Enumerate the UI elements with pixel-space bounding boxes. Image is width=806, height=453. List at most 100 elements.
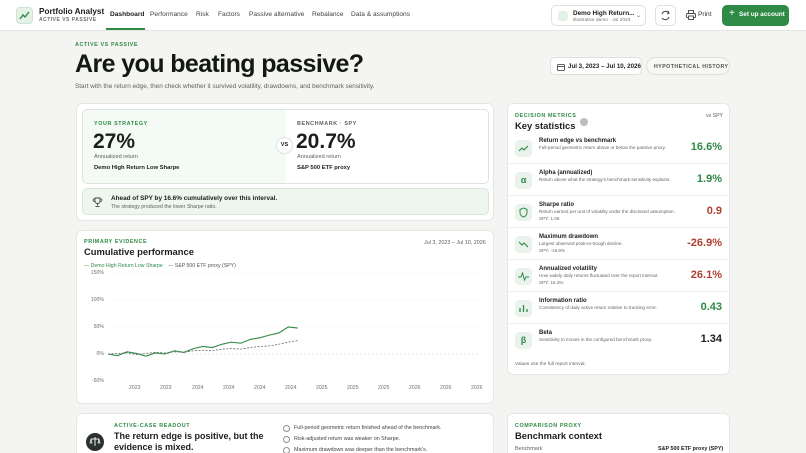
setup-label: Set up account: [739, 11, 785, 18]
x-tick: 2025: [316, 385, 328, 391]
benchmark-context-title: Benchmark context: [515, 430, 603, 441]
check-circle-icon: [283, 436, 290, 443]
nav-passive-alternative[interactable]: Passive alternative: [249, 11, 304, 18]
page-title: Are you beating passive?: [75, 50, 364, 78]
date-range-label: Jul 3, 2023 – Jul 10, 2026: [568, 63, 641, 70]
pulse-icon: [515, 268, 532, 285]
x-tick: 2026: [409, 385, 421, 391]
refresh-icon: [661, 10, 670, 21]
metric-return-edge: Return edge vs benchmark Full-period geo…: [507, 132, 730, 164]
shield-icon: [515, 204, 532, 221]
metric-value: 0.9: [706, 205, 722, 217]
print-button[interactable]: Print: [681, 5, 717, 26]
hypothetical-history-label: HYPOTHETICAL HISTORY: [654, 63, 729, 70]
bars-icon: [515, 300, 532, 317]
trend-down-icon: [515, 236, 532, 253]
readout-title-line2: evidence is mixed.: [114, 442, 194, 452]
strategy-caption: Annualized return: [94, 154, 138, 160]
x-tick: 2024: [192, 385, 204, 391]
metric-title: Sharpe ratio: [539, 202, 575, 208]
x-tick: 2023: [160, 385, 172, 391]
metric-value: 1.9%: [696, 173, 722, 185]
chart-eyebrow: PRIMARY EVIDENCE: [84, 239, 148, 245]
y-tick-50: 50%: [93, 324, 104, 330]
metric-beta: β Beta Sensitivity to moves in the confi…: [507, 324, 730, 356]
refresh-button[interactable]: [655, 5, 676, 26]
metric-value: 16.6%: [690, 141, 722, 153]
legend-benchmark: --- S&P 500 ETF proxy (SPY): [168, 263, 236, 269]
ahead-callout: Ahead of SPY by 16.6% cumulatively over …: [82, 188, 489, 215]
readout-title-line1: The return edge is positive, but the: [114, 431, 264, 441]
plus-icon: +: [729, 8, 735, 19]
setup-account-button[interactable]: + Set up account: [722, 5, 789, 26]
nav-performance[interactable]: Performance: [150, 11, 188, 18]
readout-check-3: Maximum drawdown was deeper than the ben…: [294, 447, 428, 453]
metrics-vs-label: vs SPY: [706, 113, 724, 119]
trophy-icon: [92, 197, 103, 207]
calendar-icon: [557, 64, 565, 71]
readout-check-2: Risk-adjusted return was weaker on Sharp…: [294, 436, 401, 442]
benchmark-label: BENCHMARK · SPY: [297, 121, 357, 127]
x-tick: 2025: [347, 385, 359, 391]
metric-max-drawdown: Maximum drawdown Largest observed peak-t…: [507, 228, 730, 260]
y-tick-neg50: -50%: [91, 378, 104, 384]
metric-title: Alpha (annualized): [539, 170, 593, 176]
strategy-name: Demo High Return Low Sharpe: [94, 165, 180, 171]
benchmark-caption: Annualized return: [297, 154, 341, 160]
nav-data-assumptions[interactable]: Data & assumptions: [351, 11, 410, 18]
beta-icon: β: [515, 332, 532, 349]
metric-value: -26.9%: [687, 237, 722, 249]
app-name: Portfolio Analyst: [39, 7, 105, 16]
metric-benchmark-value: SPY: 1.06: [539, 216, 560, 221]
info-icon[interactable]: [580, 118, 588, 126]
metric-description: Return above what the strategy's benchma…: [539, 177, 671, 182]
metric-description: Full-period geometric return above or be…: [539, 145, 666, 150]
metric-value: 0.43: [700, 301, 722, 313]
portfolio-select-title: Demo High Return...: [573, 10, 635, 17]
scale-icon: [86, 433, 104, 451]
printer-icon: [686, 10, 696, 20]
check-circle-icon: [283, 425, 290, 432]
portfolio-select[interactable]: Demo High Return... Illustrative demo · …: [551, 5, 646, 26]
metric-volatility: Annualized volatility How widely daily r…: [507, 260, 730, 292]
chart-legend: — Demo High Return Low Sharpe --- S&P 50…: [84, 263, 236, 269]
x-tick: 2024: [285, 385, 297, 391]
x-tick: 2024: [254, 385, 266, 391]
app-subtitle: ACTIVE VS PASSIVE: [39, 17, 97, 23]
chart-title: Cumulative performance: [84, 246, 194, 257]
legend-strategy: — Demo High Return Low Sharpe: [84, 263, 163, 269]
benchmark-row-value: S&P 500 ETF proxy (SPY): [658, 446, 724, 452]
y-tick-0: 0%: [96, 351, 105, 357]
readout-eyebrow: ACTIVE-CASE READOUT: [114, 423, 191, 429]
strategy-label: YOUR STRATEGY: [94, 121, 148, 127]
metric-information-ratio: Information ratio Consistency of daily a…: [507, 292, 730, 324]
nav-dashboard[interactable]: Dashboard: [110, 11, 144, 18]
ahead-subtitle: The strategy produced the lower Sharpe r…: [111, 204, 217, 210]
strategy-return-value: 27%: [93, 130, 136, 153]
alpha-icon: α: [515, 172, 532, 189]
portfolio-select-subtitle: Illustrative demo · Jul 2023: [573, 18, 631, 23]
metric-description: Largest observed peak-to-trough decline.: [539, 241, 623, 246]
metric-description: Sensitivity to moves in the configured b…: [539, 337, 653, 342]
top-nav: Portfolio Analyst ACTIVE VS PASSIVE Dash…: [0, 0, 806, 31]
sparkle-icon: [558, 11, 568, 21]
nav-factors[interactable]: Factors: [218, 11, 240, 18]
date-range-button[interactable]: Jul 3, 2023 – Jul 10, 2026: [550, 57, 642, 75]
x-tick: 2026: [440, 385, 452, 391]
check-circle-icon: [283, 447, 290, 453]
benchmark-row-label: Benchmark: [515, 446, 543, 452]
metric-value: 1.34: [700, 333, 722, 345]
hero-eyebrow: ACTIVE VS PASSIVE: [75, 42, 139, 48]
benchmark-return-value: 20.7%: [296, 130, 356, 153]
nav-rebalance[interactable]: Rebalance: [312, 11, 344, 18]
chart-date-range: Jul 3, 2023 – Jul 10, 2026: [424, 240, 486, 246]
x-tick: 2026: [471, 385, 483, 391]
print-label: Print: [698, 11, 712, 18]
hypothetical-history-badge: HYPOTHETICAL HISTORY: [646, 57, 730, 75]
nav-risk[interactable]: Risk: [196, 11, 209, 18]
ahead-title: Ahead of SPY by 16.6% cumulatively over …: [111, 195, 278, 202]
metric-sharpe: Sharpe ratio Return earned per unit of v…: [507, 196, 730, 228]
metric-description: How widely daily returns fluctuated over…: [539, 273, 659, 278]
chevron-down-icon: ⌄: [636, 13, 642, 19]
x-tick: 2024: [223, 385, 235, 391]
